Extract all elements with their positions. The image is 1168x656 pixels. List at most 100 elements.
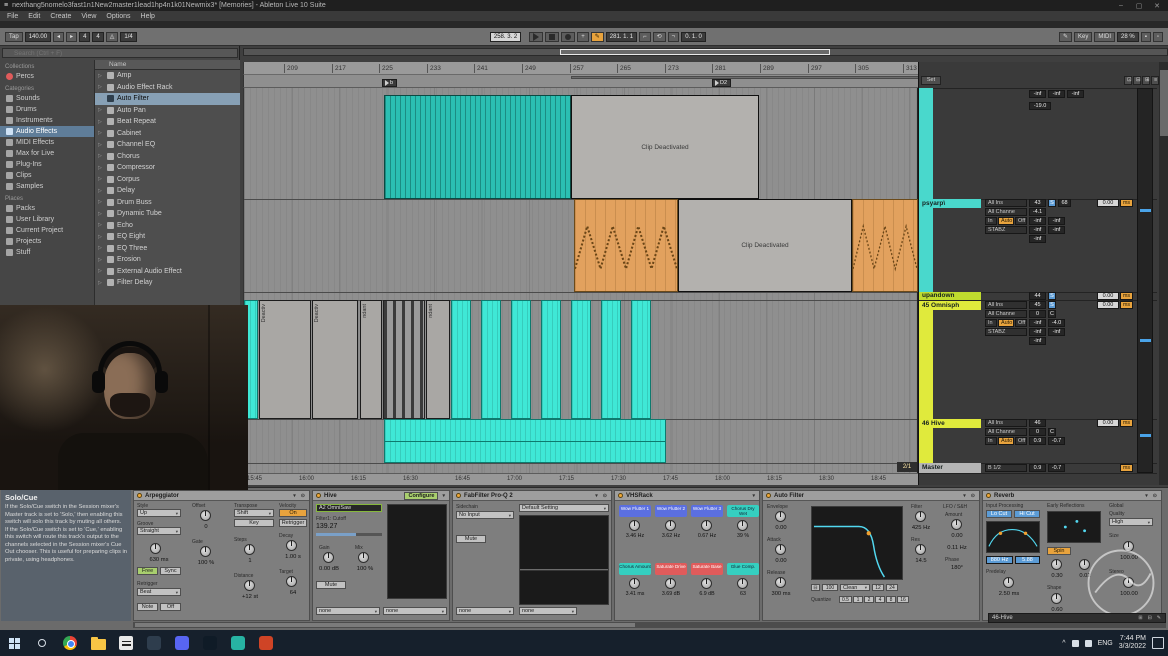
fold-icon[interactable]: ▾	[962, 493, 967, 499]
sidebar-item-max-for-live[interactable]: Max for Live	[0, 148, 94, 159]
expand-arrow-icon[interactable]: ▷	[98, 176, 104, 182]
track4-volume[interactable]: 45	[1029, 301, 1046, 309]
browser-device-auto-pan[interactable]: ▷Auto Pan	[95, 105, 240, 117]
track5-monitor-in[interactable]: In	[985, 437, 997, 445]
mixer-section-toggle-icon[interactable]: ⊞	[1142, 76, 1150, 85]
hot-swap-icon[interactable]: ⊙	[602, 493, 608, 499]
spin-button[interactable]: Spin	[1047, 547, 1071, 555]
filter-res-knob[interactable]	[915, 544, 926, 555]
track4-send[interactable]: -4.0	[1048, 319, 1065, 327]
input-filter-display[interactable]	[986, 521, 1040, 553]
arp-free-button[interactable]: Free	[137, 567, 158, 575]
macro-knob-6[interactable]	[665, 578, 676, 589]
filter-res-value[interactable]: 14.5	[905, 558, 937, 564]
clip-gray-narrow[interactable]: ndant	[360, 300, 382, 419]
size-knob[interactable]	[1123, 541, 1134, 552]
loop-length-display[interactable]: 0. 1. 0	[681, 32, 706, 42]
punch-out-button[interactable]: ¬	[668, 32, 680, 42]
track4-send[interactable]: -inf	[1029, 337, 1046, 345]
expand-arrow-icon[interactable]: ▷	[98, 234, 104, 240]
quantize-beat-button[interactable]: 2	[864, 596, 874, 603]
macro-button-5[interactable]: Chorus Amount	[619, 563, 651, 575]
macro-button-2[interactable]: Wow Flutter 2	[655, 505, 687, 517]
track3-solo-button[interactable]: S	[1048, 292, 1056, 300]
deactivated-clip[interactable]: Clip Deactivated	[571, 95, 759, 199]
hive-param-slider[interactable]	[316, 533, 382, 536]
macro-knob-7[interactable]	[701, 578, 712, 589]
scrollbar-thumb[interactable]	[1160, 70, 1168, 136]
arp-hold-note-button[interactable]: Note	[137, 603, 158, 611]
expand-arrow-icon[interactable]: ▷	[98, 199, 104, 205]
track5-volume[interactable]: 46	[1029, 419, 1046, 427]
clip-gray-narrow[interactable]: ndant	[426, 300, 450, 419]
sidebar-item-percs[interactable]: Percs	[0, 71, 94, 82]
nudge-down-button[interactable]: ◂	[53, 32, 64, 42]
expand-arrow-icon[interactable]: ▷	[98, 73, 104, 79]
macro-button-3[interactable]: Wow Flutter 3	[691, 505, 723, 517]
track1-color-strip[interactable]	[919, 88, 933, 199]
browser-device-compressor[interactable]: ▷Compressor	[95, 162, 240, 174]
menu-view[interactable]: View	[76, 13, 101, 20]
audio-clip-teal-long[interactable]	[384, 419, 666, 463]
size-value[interactable]: 100.00	[1113, 555, 1145, 561]
track2-color-strip[interactable]	[919, 208, 933, 292]
tap-tempo-button[interactable]: Tap	[5, 32, 23, 42]
hot-swap-icon[interactable]: ⊙	[970, 493, 976, 499]
hive-mute-button[interactable]: Mute	[316, 581, 346, 589]
list-header[interactable]: Name	[95, 60, 240, 70]
draw-mode-button[interactable]: ✎	[1059, 32, 1072, 42]
device-activator-icon[interactable]	[456, 493, 461, 498]
tempo-field[interactable]: 140.00	[25, 32, 51, 42]
menu-edit[interactable]: Edit	[23, 13, 45, 20]
spin-rate-knob[interactable]	[1079, 559, 1090, 570]
track4-output-chooser[interactable]: STABZ	[985, 328, 1027, 336]
auto-filter-header[interactable]: Auto Filter ▾⊙	[763, 491, 979, 501]
arp-offset-value[interactable]: 0	[190, 524, 222, 530]
env-amount-value[interactable]: 0.00	[765, 525, 797, 531]
track2-input-chooser[interactable]: All Ins	[985, 199, 1027, 207]
macro-knob-8[interactable]	[737, 578, 748, 589]
macro-button-7[interactable]: Saturate Base	[691, 563, 723, 575]
midi-clip-teal[interactable]	[384, 95, 571, 199]
fold-icon[interactable]: ▾	[441, 493, 446, 499]
fabfilter-preset-chooser[interactable]: Default Setting▾	[519, 504, 609, 512]
expand-arrow-icon[interactable]: ▷	[98, 130, 104, 136]
sidebar-item-audio-effects[interactable]: Audio Effects	[0, 126, 94, 137]
device-activator-icon[interactable]	[986, 493, 991, 498]
arp-transpose-chooser[interactable]: Shift▾	[234, 509, 274, 517]
notification-center-icon[interactable]	[1152, 637, 1164, 649]
vhsrack-header[interactable]: VHSRack ▾	[615, 491, 759, 501]
track5-monitor-off[interactable]: Off	[1015, 437, 1027, 445]
filter-freq-knob[interactable]	[915, 511, 926, 522]
lfo-phase-value[interactable]: 180°	[941, 565, 973, 571]
audio-clip-orange[interactable]	[574, 199, 678, 292]
minimize-button[interactable]: –	[1114, 2, 1128, 9]
track5-delay-unit[interactable]: ms	[1120, 419, 1133, 427]
scrub-area[interactable]: b D2	[243, 75, 918, 88]
returns-toggle-icon[interactable]: ≡	[1151, 76, 1159, 85]
maximize-button[interactable]: ▢	[1132, 2, 1146, 10]
device-activator-icon[interactable]	[766, 493, 771, 498]
sidebar-item-sounds[interactable]: Sounds	[0, 93, 94, 104]
arp-distance-knob[interactable]	[244, 580, 255, 591]
quantize-beat-button[interactable]: 1	[853, 596, 863, 603]
fabfilter-slot-2[interactable]: none▾	[519, 607, 577, 615]
browser-device-audio-effect-rack[interactable]: ▷Audio Effect Rack	[95, 82, 240, 94]
metronome-button[interactable]: ◬	[106, 32, 119, 42]
track4-solo-button[interactable]: S	[1048, 301, 1056, 309]
menu-file[interactable]: File	[2, 13, 23, 20]
hive-mix-value[interactable]: 100 %	[349, 566, 381, 572]
punch-in-button[interactable]: ⌐	[639, 32, 651, 42]
arp-key-button[interactable]: Key	[234, 519, 274, 527]
predelay-knob[interactable]	[1003, 577, 1014, 588]
track5-color-strip[interactable]	[919, 428, 933, 463]
macro-button-1[interactable]: Wow Flutter 1	[619, 505, 651, 517]
arp-steps-knob[interactable]	[244, 544, 255, 555]
arp-offset-knob[interactable]	[200, 510, 211, 521]
slope-24-button[interactable]: 24	[886, 584, 898, 591]
browser-device-eq-eight[interactable]: ▷EQ Eight	[95, 231, 240, 243]
fabfilter-slot-1[interactable]: none▾	[456, 607, 514, 615]
taskbar-search-button[interactable]	[28, 630, 56, 656]
browser-device-dynamic-tube[interactable]: ▷Dynamic Tube	[95, 208, 240, 220]
lo-cut-button[interactable]: Lo Cut	[986, 510, 1012, 518]
